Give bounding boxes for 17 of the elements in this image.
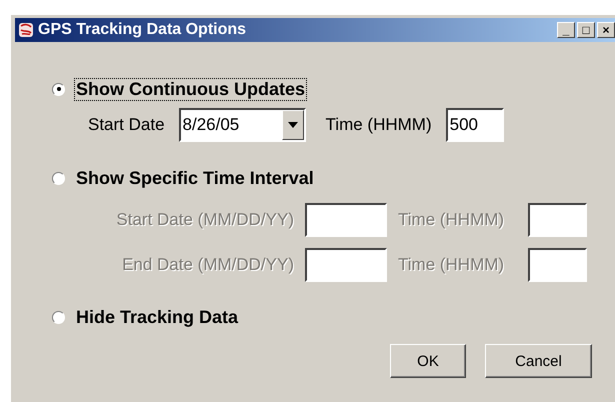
time-label: Time (HHMM) bbox=[326, 115, 432, 135]
date-dropdown[interactable]: 8/26/05 bbox=[178, 108, 306, 142]
option-label[interactable]: Hide Tracking Data bbox=[74, 306, 240, 328]
time-label: Time (HHMM) bbox=[398, 210, 506, 230]
window-control[interactable]: □ bbox=[577, 22, 595, 38]
date-label: Start Date bbox=[88, 115, 165, 135]
date-label: End Date (MM/DD/YY) bbox=[121, 255, 294, 275]
window-title: GPS Tracking Data Options bbox=[38, 21, 248, 39]
window-control[interactable]: × bbox=[597, 22, 615, 38]
date-label: Start Date (MM/DD/YY) bbox=[115, 210, 294, 230]
time-label: Time (HHMM) bbox=[398, 255, 506, 275]
option-label[interactable]: Show Continuous Updates bbox=[74, 78, 307, 100]
time-field[interactable]: 500 bbox=[446, 108, 504, 142]
window-control[interactable]: _ bbox=[557, 22, 575, 38]
ok-button[interactable]: OK bbox=[390, 344, 466, 378]
option-label[interactable]: Show Specific Time Interval bbox=[74, 166, 316, 190]
cancel-button[interactable]: Cancel bbox=[485, 344, 592, 378]
